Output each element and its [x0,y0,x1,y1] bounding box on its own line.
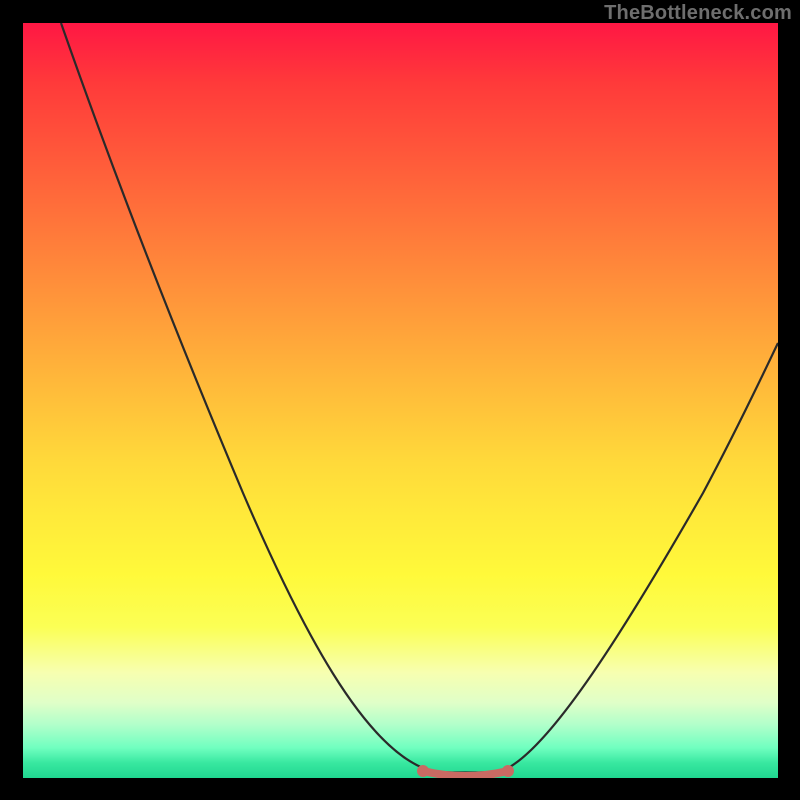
plot-area [23,23,778,778]
bottleneck-curve [23,23,778,778]
curve-path [61,23,778,773]
watermark: TheBottleneck.com [604,2,792,25]
chart-container: TheBottleneck.com [0,0,800,800]
